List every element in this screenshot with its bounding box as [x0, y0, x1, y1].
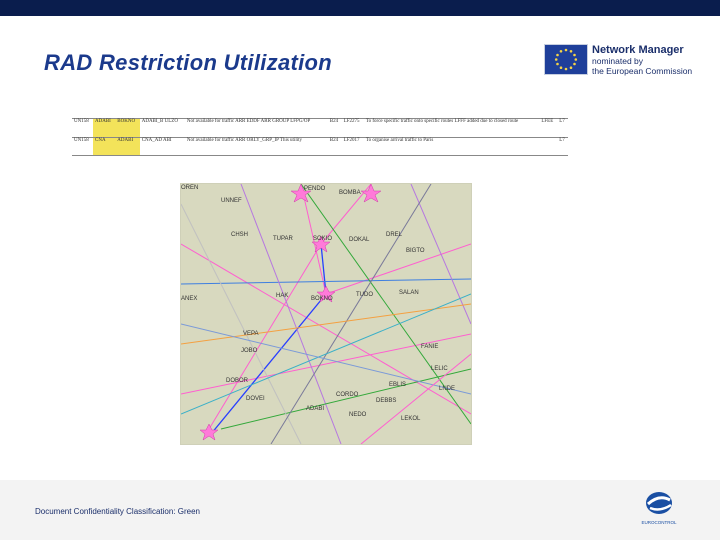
map-label: DREL: [386, 232, 403, 238]
rad-table: UN158 ADABI BOKNO ADABI_B ULZO Not avail…: [72, 118, 568, 156]
airspace-route-map: PENDO BOMBA UNNEF OREN CHSH TUPAR SOKIO …: [180, 183, 472, 445]
cell-code: L7: [557, 118, 568, 138]
map-label: VEPA: [243, 331, 259, 337]
cell-remark: To force specific traffic onto specific …: [363, 118, 540, 138]
map-label: DOVEI: [246, 396, 265, 402]
map-label: CHSH: [231, 232, 248, 238]
cell-code: L7: [557, 136, 568, 156]
map-label: ADABI: [306, 406, 324, 412]
map-label: OREN: [181, 185, 198, 191]
cell-id: UN158: [72, 136, 94, 156]
map-label: BOKNO: [311, 296, 333, 302]
map-label: TUPAR: [273, 236, 294, 242]
map-label: DEBBS: [376, 398, 396, 404]
map-label: BOMBA: [339, 190, 361, 196]
map-label: PENDO: [304, 186, 326, 192]
eurocontrol-text: EUROCONTROL: [641, 520, 676, 525]
map-label: HAK: [276, 293, 288, 299]
table-row: UN158 ADABI BOKNO ADABI_B ULZO Not avail…: [72, 118, 568, 138]
map-label: CORDO: [336, 392, 359, 398]
brand-line-1: Network Manager: [592, 44, 684, 56]
map-label: JOBO: [241, 348, 258, 354]
map-label: DOBOR: [226, 378, 249, 384]
map-label: LEKOL: [401, 416, 421, 422]
map-label: UNNEF: [221, 198, 242, 204]
cell-unit: LFEE: [539, 118, 558, 138]
map-label: TUDO: [356, 292, 373, 298]
map-label: DOKAL: [349, 237, 370, 243]
confidentiality-label: Document Confidentiality Classification:…: [35, 507, 200, 516]
cell-remark: To organise arrival traffic to Paris: [363, 136, 540, 156]
map-label: ANEX: [181, 296, 197, 302]
slide-title: RAD Restriction Utilization: [44, 50, 332, 75]
cell-ref: LF2275: [341, 118, 364, 138]
brand-line-2: nominated by: [592, 56, 644, 66]
cell-route: CNA_AD ABI: [139, 136, 185, 156]
cell-condition: Not available for traffic ARR EDDF ARR G…: [184, 118, 328, 138]
map-label: NEDO: [349, 412, 367, 418]
top-bar: [0, 0, 720, 16]
map-label: BIGTO: [406, 248, 425, 254]
eu-flag-icon: [544, 44, 588, 75]
cell-id: UN158: [72, 118, 94, 138]
cell-point-a: CNA: [93, 136, 116, 156]
cell-condition: Not available for traffic ARR ORLY_GRP_I…: [184, 136, 328, 156]
cell-level: B24: [327, 118, 342, 138]
map-canvas: PENDO BOMBA UNNEF OREN CHSH TUPAR SOKIO …: [181, 184, 471, 444]
cell-ref: LF2017: [341, 136, 364, 156]
cell-level: B24: [327, 136, 342, 156]
cell-point-b: BOKNO: [115, 118, 140, 138]
eurocontrol-logo: EUROCONTROL: [638, 488, 680, 528]
network-manager-logo: Network Manager nominated by the Europea…: [544, 44, 694, 76]
map-label: SOKIO: [313, 236, 332, 242]
map-label: LELIC: [431, 366, 448, 372]
brand-line-3: the European Commission: [592, 66, 693, 76]
map-label: FANIE: [421, 344, 438, 350]
cell-point-a: ADABI: [93, 118, 116, 138]
cell-route: ADABI_B ULZO: [139, 118, 185, 138]
cell-unit: [539, 136, 558, 156]
cell-point-b: ADABI: [115, 136, 140, 156]
table-row: UN158 CNA ADABI CNA_AD ABI Not available…: [72, 136, 568, 156]
map-label: LNDE: [439, 386, 455, 392]
map-label: SALAN: [399, 290, 419, 296]
map-label: EBLIS: [389, 382, 406, 388]
